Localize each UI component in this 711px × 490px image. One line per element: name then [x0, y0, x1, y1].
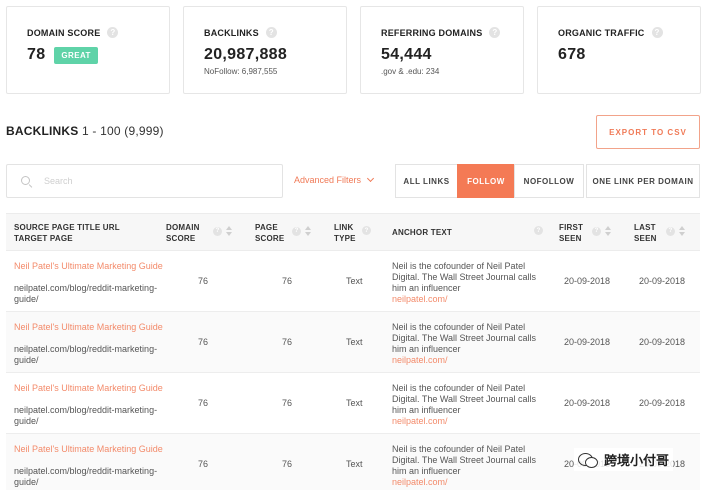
table-header: SOURCE PAGE TITLE URL TARGET PAGE DOMAIN…: [6, 213, 700, 251]
search-box[interactable]: [6, 164, 283, 198]
card-title: DOMAIN SCORE: [27, 27, 101, 38]
card-organic-traffic: ORGANIC TRAFFIC? 678: [537, 6, 701, 94]
card-referring-domains: REFERRING DOMAINS? 54,444 .gov & .edu: 2…: [360, 6, 524, 94]
card-domain-score: DOMAIN SCORE? 78 GREAT: [6, 6, 170, 94]
card-subtext: NoFollow: 6,987,555: [204, 67, 278, 76]
link-type: Text: [346, 398, 363, 408]
anchor-link[interactable]: neilpatel.com/: [392, 416, 448, 427]
help-icon: ?: [362, 226, 371, 235]
column-header-domain-score[interactable]: DOMAIN SCORE: [166, 222, 200, 244]
source-title-link[interactable]: Neil Patel's Ultimate Marketing Guide: [14, 322, 164, 333]
chevron-down-icon: [366, 174, 375, 183]
anchor-link[interactable]: neilpatel.com/: [392, 477, 448, 488]
first-seen: 20-09-2018: [564, 276, 611, 286]
sort-arrows-icon: [305, 226, 311, 236]
target-url: neilpatel.com/blog/reddit-marketing-guid…: [14, 344, 158, 365]
last-seen: 20-09-2018: [639, 398, 686, 408]
help-icon: ?: [292, 226, 301, 236]
status-badge: GREAT: [54, 46, 98, 64]
anchor-text: Neil is the cofounder of Neil Patel Digi…: [392, 322, 537, 354]
sort-first-seen[interactable]: ?: [592, 226, 611, 236]
page-score: 76: [282, 276, 293, 286]
watermark-text: 跨境小付哥: [604, 453, 670, 468]
search-input[interactable]: [44, 176, 264, 186]
anchor-link[interactable]: neilpatel.com/: [392, 294, 448, 305]
help-icon: ?: [666, 226, 675, 236]
last-seen: 20-09-2018: [639, 276, 686, 286]
card-value: 54,444: [381, 46, 432, 63]
target-url: neilpatel.com/blog/reddit-marketing-guid…: [14, 405, 158, 426]
sort-page-score[interactable]: ?: [292, 226, 311, 236]
last-seen: 20-09-2018: [639, 337, 686, 347]
tab-follow[interactable]: FOLLOW: [457, 164, 515, 198]
column-header-anchor-text[interactable]: ANCHOR TEXT: [392, 227, 452, 238]
table-row: Neil Patel's Ultimate Marketing Guide ne…: [6, 251, 700, 312]
card-value: 20,987,888: [204, 46, 288, 63]
card-subtext: .gov & .edu: 234: [381, 67, 440, 76]
page-score: 76: [282, 398, 293, 408]
card-title: ORGANIC TRAFFIC: [558, 27, 645, 38]
link-type: Text: [346, 337, 363, 347]
domain-score: 76: [198, 276, 209, 286]
card-value: 678: [558, 46, 586, 63]
help-icon[interactable]: ?: [107, 27, 119, 38]
tab-nofollow[interactable]: NOFOLLOW: [514, 164, 584, 198]
source-title-link[interactable]: Neil Patel's Ultimate Marketing Guide: [14, 261, 164, 272]
page-score: 76: [282, 337, 293, 347]
target-url: neilpatel.com/blog/reddit-marketing-guid…: [14, 283, 158, 304]
help-icon: ?: [534, 226, 543, 235]
domain-score: 76: [198, 459, 209, 469]
column-header-page-score[interactable]: PAGE SCORE: [255, 222, 284, 244]
advanced-filters-dropdown[interactable]: Advanced Filters: [294, 174, 375, 185]
help-icon[interactable]: ?: [265, 27, 277, 38]
page-score: 76: [282, 459, 293, 469]
link-type: Text: [346, 459, 363, 469]
table-row: Neil Patel's Ultimate Marketing Guide ne…: [6, 373, 700, 434]
column-header-last-seen[interactable]: LAST SEEN: [634, 222, 657, 244]
card-title: REFERRING DOMAINS: [381, 27, 483, 38]
source-title-link[interactable]: Neil Patel's Ultimate Marketing Guide: [14, 444, 164, 455]
sort-last-seen[interactable]: ?: [666, 226, 685, 236]
column-header-link-type[interactable]: LINK TYPE: [334, 222, 356, 244]
sort-link-type[interactable]: ?: [362, 226, 371, 235]
result-range: 1 - 100 (9,999): [82, 124, 164, 138]
section-title: BACKLINKS 1 - 100 (9,999): [6, 124, 164, 138]
link-type: Text: [346, 276, 363, 286]
first-seen: 20-09-2018: [564, 398, 611, 408]
anchor-text: Neil is the cofounder of Neil Patel Digi…: [392, 444, 537, 476]
export-csv-button[interactable]: EXPORT TO CSV: [596, 115, 700, 149]
tab-one-link-per-domain[interactable]: ONE LINK PER DOMAIN: [586, 164, 700, 198]
wechat-icon: [578, 452, 598, 468]
sort-arrows-icon: [679, 226, 685, 236]
search-icon: [21, 175, 32, 187]
domain-score: 76: [198, 337, 209, 347]
help-icon: ?: [592, 226, 601, 236]
anchor-text: Neil is the cofounder of Neil Patel Digi…: [392, 261, 537, 293]
sort-anchor-text[interactable]: ?: [534, 226, 543, 235]
anchor-text: Neil is the cofounder of Neil Patel Digi…: [392, 383, 537, 415]
stat-cards: DOMAIN SCORE? 78 GREAT BACKLINKS? 20,987…: [6, 6, 701, 94]
anchor-link[interactable]: neilpatel.com/: [392, 355, 448, 366]
sort-arrows-icon: [226, 226, 232, 236]
card-backlinks: BACKLINKS? 20,987,888 NoFollow: 6,987,55…: [183, 6, 347, 94]
sort-domain-score[interactable]: ?: [213, 226, 232, 236]
tab-all-links[interactable]: ALL LINKS: [395, 164, 458, 198]
column-header-first-seen[interactable]: FIRST SEEN: [559, 222, 583, 244]
help-icon[interactable]: ?: [489, 27, 501, 38]
table-row: Neil Patel's Ultimate Marketing Guide ne…: [6, 312, 700, 373]
advanced-filters-label: Advanced Filters: [294, 175, 362, 185]
domain-score: 76: [198, 398, 209, 408]
card-title: BACKLINKS: [204, 27, 259, 38]
first-seen: 20-09-2018: [564, 337, 611, 347]
help-icon: ?: [213, 226, 222, 236]
column-header-source[interactable]: SOURCE PAGE TITLE URL TARGET PAGE: [14, 222, 120, 244]
source-title-link[interactable]: Neil Patel's Ultimate Marketing Guide: [14, 383, 164, 394]
sort-arrows-icon: [605, 226, 611, 236]
card-value: 78: [27, 46, 46, 63]
watermark: 跨境小付哥: [574, 448, 674, 471]
help-icon[interactable]: ?: [651, 27, 663, 38]
target-url: neilpatel.com/blog/reddit-marketing-guid…: [14, 466, 158, 487]
